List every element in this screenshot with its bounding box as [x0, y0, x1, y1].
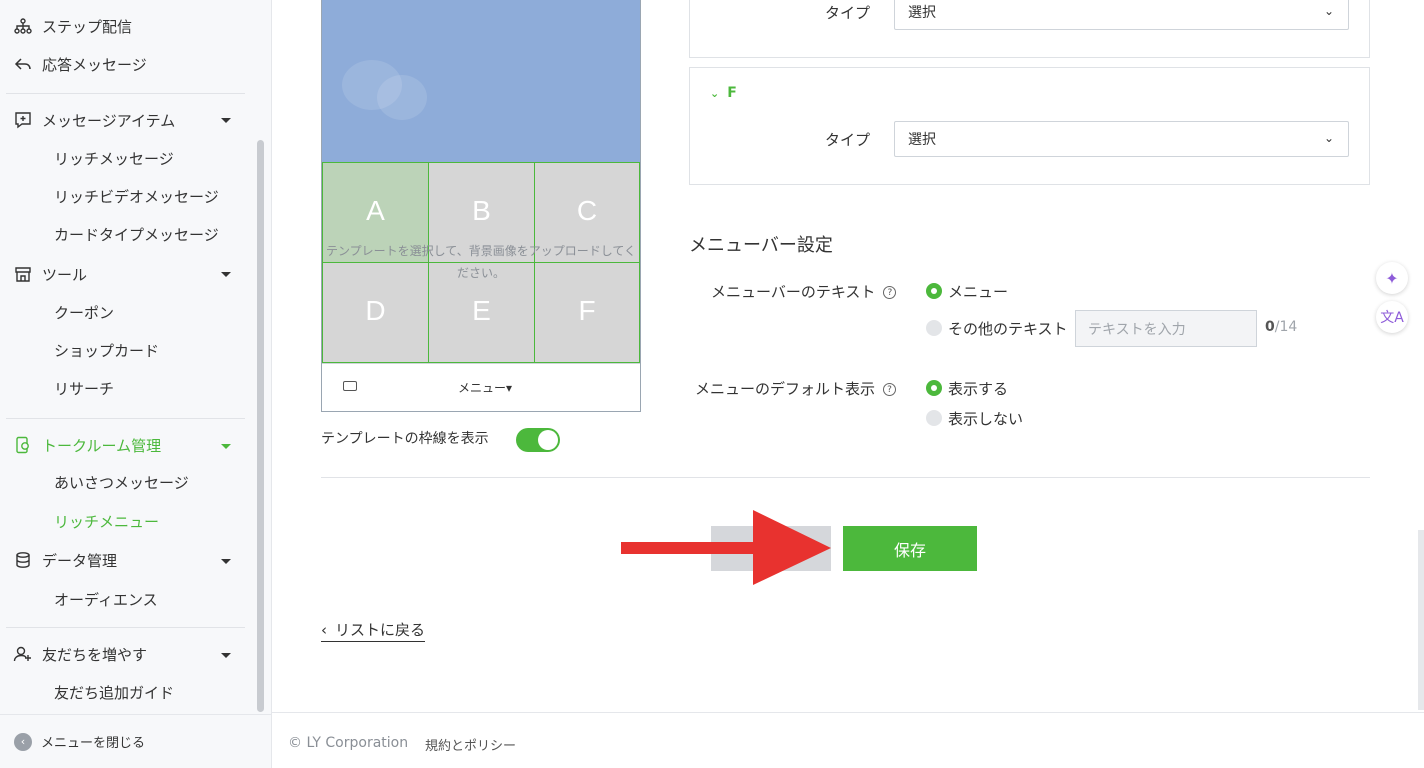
sidebar-item-grow-friends[interactable]: 友だちを増やす — [12, 639, 147, 669]
template-border-toggle[interactable] — [516, 428, 560, 452]
help-icon[interactable]: ? — [883, 383, 897, 396]
menubar-section-title: メニューバー設定 — [689, 235, 833, 256]
chevron-down-icon[interactable] — [221, 444, 231, 449]
save-button[interactable]: 保存 — [843, 526, 977, 571]
preview-background — [322, 0, 640, 162]
sidebar-item-data[interactable]: データ管理 — [12, 545, 117, 575]
red-arrow-annotation — [621, 510, 831, 585]
sidebar-item-label: 応答メッセージ — [42, 55, 147, 74]
rich-menu-preview: A B C D E F テンプレートを選択して、背景画像をアップロードしてくださ… — [321, 0, 641, 412]
help-icon[interactable]: ? — [883, 286, 897, 299]
sidebar-item-card-type[interactable]: カードタイプメッセージ — [54, 219, 219, 249]
sidebar-item-label: メッセージアイテム — [42, 111, 176, 130]
chevron-down-icon: ⌄ — [1323, 131, 1334, 145]
character-counter: 0/14 — [1265, 319, 1298, 335]
sidebar-item-label: データ管理 — [42, 551, 118, 570]
sidebar-item-label: ステップ配信 — [42, 17, 133, 36]
chevron-down-icon[interactable] — [221, 559, 231, 564]
radio-menubar-menu-label[interactable]: メニュー — [948, 281, 1008, 302]
sidebar-divider — [6, 627, 245, 628]
page-footer: © LY Corporation 規約とポリシー — [272, 712, 1424, 768]
menubar-text-label: メニューバーのテキスト? — [711, 281, 897, 302]
sidebar-item-message-items[interactable]: メッセージアイテム — [12, 105, 175, 135]
menu-default-label: メニューのデフォルト表示? — [695, 378, 897, 399]
sidebar-item-label: 友だちを増やす — [42, 645, 148, 664]
chat-menu-bar: メニュー▾ — [322, 363, 640, 411]
page-scrollbar[interactable] — [1418, 530, 1424, 710]
policy-link[interactable]: 規約とポリシー — [425, 735, 516, 754]
copyright: © LY Corporation — [288, 735, 409, 751]
sidebar-item-rich-menu[interactable]: リッチメニュー — [54, 506, 159, 536]
chevron-down-icon[interactable] — [221, 653, 231, 658]
sidebar: ステップ配信 応答メッセージ メッセージアイテム リッチメッセージ リッチビデオ… — [0, 0, 272, 768]
sidebar-divider — [6, 93, 245, 94]
radio-default-hide-label[interactable]: 表示しない — [948, 408, 1023, 429]
shop-icon — [12, 263, 34, 285]
sidebar-item-auto-reply[interactable]: 応答メッセージ — [12, 49, 147, 79]
message-plus-icon — [12, 109, 34, 131]
radio-menubar-other-label[interactable]: その他のテキスト — [948, 318, 1068, 339]
collapse-menu-label: メニューを閉じる — [41, 736, 146, 751]
sidebar-item-shop-card[interactable]: ショップカード — [54, 335, 159, 365]
template-hint: テンプレートを選択して、背景画像をアップロードしてください。 — [326, 244, 636, 280]
sidebar-item-chat-room[interactable]: トークルーム管理 — [12, 430, 161, 460]
sidebar-item-label: トークルーム管理 — [42, 436, 162, 455]
area-f-type-label: タイプ — [825, 131, 871, 149]
database-icon — [12, 549, 34, 571]
sidebar-item-coupon[interactable]: クーポン — [54, 297, 114, 327]
sidebar-item-step-delivery[interactable]: ステップ配信 — [12, 11, 132, 41]
radio-default-hide[interactable] — [926, 410, 942, 426]
sidebar-scrollbar[interactable] — [257, 140, 264, 712]
chevron-down-icon[interactable] — [221, 272, 231, 277]
translate-icon[interactable]: 文A — [1376, 301, 1408, 333]
chevron-left-icon: ‹ — [14, 732, 32, 751]
chatbar-menu-label: メニュー▾ — [458, 381, 513, 395]
radio-default-show[interactable] — [926, 380, 942, 396]
radio-default-show-label[interactable]: 表示する — [948, 378, 1008, 399]
sidebar-item-rich-video[interactable]: リッチビデオメッセージ — [54, 181, 219, 211]
section-divider — [321, 477, 1370, 478]
chevron-down-icon: ⌄ — [1323, 4, 1334, 18]
chevron-left-icon: ‹ — [321, 621, 327, 639]
area-f-type-select[interactable]: 選択 ⌄ — [894, 121, 1349, 157]
menubar-text-input[interactable]: テキストを入力 — [1075, 310, 1257, 347]
template-grid: A B C D E F テンプレートを選択して、背景画像をアップロードしてくださ… — [322, 162, 640, 363]
back-to-list-link[interactable]: ‹ リストに戻る — [321, 619, 426, 642]
toggle-knob — [538, 430, 558, 450]
add-user-icon — [12, 643, 34, 665]
sidebar-item-greeting[interactable]: あいさつメッセージ — [54, 467, 189, 497]
template-border-label: テンプレートの枠線を表示 — [321, 431, 489, 447]
area-e-type-label: タイプ — [825, 4, 871, 22]
area-e-type-select[interactable]: 選択 ⌄ — [894, 0, 1349, 30]
reply-icon — [12, 53, 34, 75]
sidebar-item-audience[interactable]: オーディエンス — [54, 584, 158, 614]
area-f-header[interactable]: ⌄ F — [710, 85, 737, 101]
sidebar-divider — [6, 418, 245, 419]
keyboard-icon — [343, 381, 357, 391]
chevron-down-icon[interactable] — [221, 118, 231, 123]
sparkle-icon[interactable]: ✦ — [1376, 262, 1408, 294]
chevron-down-icon: ⌄ — [710, 87, 720, 100]
sidebar-item-rich-message[interactable]: リッチメッセージ — [54, 143, 174, 173]
radio-menubar-menu[interactable] — [926, 283, 942, 299]
collapse-menu-button[interactable]: ‹ メニューを閉じる — [0, 714, 271, 768]
sidebar-item-tools[interactable]: ツール — [12, 259, 87, 289]
hierarchy-icon — [12, 15, 34, 37]
sidebar-item-label: ツール — [42, 265, 88, 284]
phone-chat-icon — [12, 434, 34, 456]
radio-menubar-other[interactable] — [926, 320, 942, 336]
sidebar-item-research[interactable]: リサーチ — [54, 373, 114, 403]
sidebar-item-friend-guide[interactable]: 友だち追加ガイド — [54, 677, 174, 707]
